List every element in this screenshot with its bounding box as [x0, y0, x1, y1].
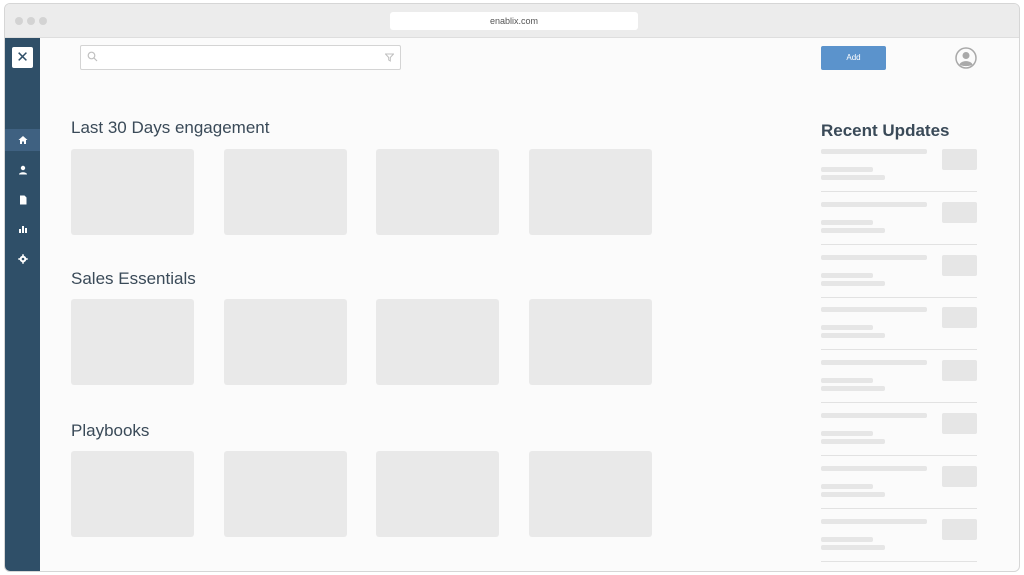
recent-updates-title: Recent Updates [821, 121, 950, 140]
content-card[interactable] [529, 149, 652, 235]
content-card[interactable] [71, 451, 194, 537]
section-title-engagement: Last 30 Days engagement [71, 118, 270, 137]
content-card[interactable] [529, 299, 652, 385]
recent-update-item[interactable] [821, 350, 977, 403]
recent-update-thumbnail [942, 149, 977, 170]
window-maximize-dot[interactable] [39, 17, 47, 25]
content-card[interactable] [376, 451, 499, 537]
add-button[interactable]: Add [821, 46, 886, 70]
browser-titlebar: enablix.com [5, 4, 1019, 38]
content-card[interactable] [224, 149, 347, 235]
recent-update-item[interactable] [821, 456, 977, 509]
recent-update-item[interactable] [821, 139, 977, 192]
section-title-playbooks: Playbooks [71, 421, 150, 440]
user-avatar-icon[interactable] [955, 47, 977, 69]
recent-update-thumbnail [942, 360, 977, 381]
search-input[interactable] [80, 45, 401, 70]
recent-update-item[interactable] [821, 297, 977, 350]
window-close-dot[interactable] [15, 17, 23, 25]
recent-update-thumbnail [942, 519, 977, 540]
sidebar-item-analytics[interactable] [5, 218, 40, 240]
recent-update-item[interactable] [821, 192, 977, 245]
url-bar[interactable]: enablix.com [390, 12, 638, 30]
filter-icon[interactable] [385, 53, 394, 62]
search-icon [87, 51, 98, 62]
content-card[interactable] [224, 299, 347, 385]
content-card[interactable] [529, 451, 652, 537]
sidebar-item-settings[interactable] [5, 248, 40, 270]
recent-update-thumbnail [942, 413, 977, 434]
recent-update-item[interactable] [821, 509, 977, 562]
content-card[interactable] [71, 149, 194, 235]
window-minimize-dot[interactable] [27, 17, 35, 25]
sidebar-item-documents[interactable] [5, 189, 40, 211]
browser-window: enablix.com ✕ Add Last 30 Days engagemen… [4, 3, 1020, 572]
user-icon [18, 165, 27, 175]
recent-update-thumbnail [942, 202, 977, 223]
recent-update-thumbnail [942, 307, 977, 328]
home-icon [18, 136, 27, 144]
gear-icon [17, 254, 28, 264]
content-card[interactable] [376, 299, 499, 385]
recent-update-item[interactable] [821, 245, 977, 298]
content-card[interactable] [376, 149, 499, 235]
document-icon [19, 195, 26, 205]
content-card[interactable] [71, 299, 194, 385]
sidebar-item-users[interactable] [5, 159, 40, 181]
section-title-sales-essentials: Sales Essentials [71, 269, 196, 288]
recent-update-thumbnail [942, 255, 977, 276]
recent-update-item[interactable] [821, 403, 977, 456]
recent-update-thumbnail [942, 466, 977, 487]
content-card[interactable] [224, 451, 347, 537]
enablix-logo[interactable]: ✕ [12, 47, 33, 68]
sidebar-item-home[interactable] [5, 129, 40, 151]
bar-chart-icon [18, 226, 27, 233]
sidebar: ✕ [5, 38, 40, 571]
